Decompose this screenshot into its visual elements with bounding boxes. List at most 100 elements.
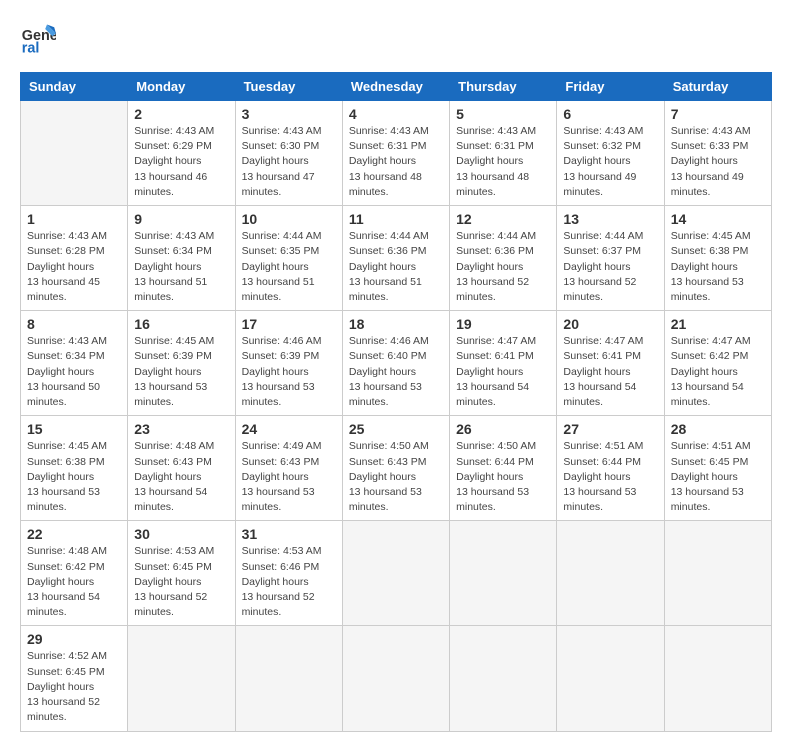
day-number: 7 bbox=[671, 106, 765, 122]
day-cell-20: 20 Sunrise: 4:47 AMSunset: 6:41 PMDayligh… bbox=[557, 311, 664, 416]
day-number: 24 bbox=[242, 421, 336, 437]
day-cell-10: 10Sunrise: 4:44 AMSunset: 6:35 PMDayligh… bbox=[235, 206, 342, 311]
day-number: 29 bbox=[27, 631, 121, 647]
day-info: Sunrise: 4:45 AMSunset: 6:38 PMDaylight … bbox=[671, 229, 765, 305]
week-row-0: 2 Sunrise: 4:43 AMSunset: 6:29 PMDaylight… bbox=[21, 101, 772, 206]
header-row: Sunday Monday Tuesday Wednesday Thursday… bbox=[21, 73, 772, 101]
day-cell-19: 19Sunrise: 4:47 AMSunset: 6:41 PMDayligh… bbox=[450, 311, 557, 416]
day-cell-16: 16 Sunrise: 4:45 AMSunset: 6:39 PMDayligh… bbox=[128, 311, 235, 416]
col-sunday: Sunday bbox=[21, 73, 128, 101]
day-cell-empty-5-5 bbox=[557, 626, 664, 731]
day-info: Sunrise: 4:43 AMSunset: 6:31 PMDaylight … bbox=[456, 124, 550, 200]
day-info: Sunrise: 4:44 AMSunset: 6:36 PMDaylight … bbox=[456, 229, 550, 305]
day-cell-25: 25 Sunrise: 4:50 AMSunset: 6:43 PMDayligh… bbox=[342, 416, 449, 521]
day-cell-22: 22Sunrise: 4:48 AMSunset: 6:42 PMDayligh… bbox=[21, 521, 128, 626]
day-info: Sunrise: 4:53 AMSunset: 6:46 PMDaylight … bbox=[242, 544, 336, 620]
day-number: 3 bbox=[242, 106, 336, 122]
day-number: 23 bbox=[134, 421, 228, 437]
day-info: Sunrise: 4:43 AMSunset: 6:28 PMDaylight … bbox=[27, 229, 121, 305]
day-info: Sunrise: 4:46 AMSunset: 6:39 PMDaylight … bbox=[242, 334, 336, 410]
day-number: 25 bbox=[349, 421, 443, 437]
day-info: Sunrise: 4:47 AMSunset: 6:42 PMDaylight … bbox=[671, 334, 765, 410]
day-info: Sunrise: 4:48 AMSunset: 6:43 PMDaylight … bbox=[134, 439, 228, 515]
day-info: Sunrise: 4:43 AMSunset: 6:29 PMDaylight … bbox=[134, 124, 228, 200]
week-row-2: 8 Sunrise: 4:43 AMSunset: 6:34 PMDaylight… bbox=[21, 311, 772, 416]
day-number: 9 bbox=[134, 211, 228, 227]
day-cell-empty-4-5 bbox=[557, 521, 664, 626]
day-cell-28: 28 Sunrise: 4:51 AMSunset: 6:45 PMDayligh… bbox=[664, 416, 771, 521]
day-cell-empty-5-2 bbox=[235, 626, 342, 731]
day-cell-empty-5-4 bbox=[450, 626, 557, 731]
week-row-4: 22Sunrise: 4:48 AMSunset: 6:42 PMDayligh… bbox=[21, 521, 772, 626]
day-cell-7: 7 Sunrise: 4:43 AMSunset: 6:33 PMDaylight… bbox=[664, 101, 771, 206]
day-cell-17: 17 Sunrise: 4:46 AMSunset: 6:39 PMDayligh… bbox=[235, 311, 342, 416]
day-cell-6: 6Sunrise: 4:43 AMSunset: 6:32 PMDaylight… bbox=[557, 101, 664, 206]
day-number: 31 bbox=[242, 526, 336, 542]
day-info: Sunrise: 4:49 AMSunset: 6:43 PMDaylight … bbox=[242, 439, 336, 515]
day-cell-29: 29 Sunrise: 4:52 AMSunset: 6:45 PMDayligh… bbox=[21, 626, 128, 731]
day-info: Sunrise: 4:44 AMSunset: 6:35 PMDaylight … bbox=[242, 229, 336, 305]
day-cell-27: 27Sunrise: 4:51 AMSunset: 6:44 PMDayligh… bbox=[557, 416, 664, 521]
day-info: Sunrise: 4:45 AMSunset: 6:39 PMDaylight … bbox=[134, 334, 228, 410]
day-number: 2 bbox=[134, 106, 228, 122]
page-header: Gene ral bbox=[20, 20, 772, 56]
day-cell-13: 13 Sunrise: 4:44 AMSunset: 6:37 PMDayligh… bbox=[557, 206, 664, 311]
day-info: Sunrise: 4:47 AMSunset: 6:41 PMDaylight … bbox=[563, 334, 657, 410]
day-cell-18: 18Sunrise: 4:46 AMSunset: 6:40 PMDayligh… bbox=[342, 311, 449, 416]
week-row-3: 15Sunrise: 4:45 AMSunset: 6:38 PMDayligh… bbox=[21, 416, 772, 521]
day-info: Sunrise: 4:52 AMSunset: 6:45 PMDaylight … bbox=[27, 649, 121, 725]
day-cell-empty-4-4 bbox=[450, 521, 557, 626]
day-number: 20 bbox=[563, 316, 657, 332]
day-cell-3: 3 Sunrise: 4:43 AMSunset: 6:30 PMDaylight… bbox=[235, 101, 342, 206]
day-info: Sunrise: 4:43 AMSunset: 6:30 PMDaylight … bbox=[242, 124, 336, 200]
day-info: Sunrise: 4:43 AMSunset: 6:34 PMDaylight … bbox=[134, 229, 228, 305]
col-tuesday: Tuesday bbox=[235, 73, 342, 101]
col-thursday: Thursday bbox=[450, 73, 557, 101]
day-info: Sunrise: 4:46 AMSunset: 6:40 PMDaylight … bbox=[349, 334, 443, 410]
day-info: Sunrise: 4:43 AMSunset: 6:34 PMDaylight … bbox=[27, 334, 121, 410]
day-info: Sunrise: 4:51 AMSunset: 6:45 PMDaylight … bbox=[671, 439, 765, 515]
day-cell-1: 1Sunrise: 4:43 AMSunset: 6:28 PMDaylight… bbox=[21, 206, 128, 311]
day-cell-empty-4-6 bbox=[664, 521, 771, 626]
day-cell-23: 23 Sunrise: 4:48 AMSunset: 6:43 PMDayligh… bbox=[128, 416, 235, 521]
day-number: 26 bbox=[456, 421, 550, 437]
day-number: 21 bbox=[671, 316, 765, 332]
col-wednesday: Wednesday bbox=[342, 73, 449, 101]
week-row-1: 1Sunrise: 4:43 AMSunset: 6:28 PMDaylight… bbox=[21, 206, 772, 311]
day-number: 19 bbox=[456, 316, 550, 332]
day-number: 15 bbox=[27, 421, 121, 437]
day-cell-15: 15Sunrise: 4:45 AMSunset: 6:38 PMDayligh… bbox=[21, 416, 128, 521]
day-cell-empty-5-6 bbox=[664, 626, 771, 731]
day-number: 6 bbox=[563, 106, 657, 122]
day-info: Sunrise: 4:44 AMSunset: 6:37 PMDaylight … bbox=[563, 229, 657, 305]
week-row-5: 29 Sunrise: 4:52 AMSunset: 6:45 PMDayligh… bbox=[21, 626, 772, 731]
day-number: 14 bbox=[671, 211, 765, 227]
day-number: 8 bbox=[27, 316, 121, 332]
calendar-table: Sunday Monday Tuesday Wednesday Thursday… bbox=[20, 72, 772, 732]
col-friday: Friday bbox=[557, 73, 664, 101]
day-number: 17 bbox=[242, 316, 336, 332]
col-monday: Monday bbox=[128, 73, 235, 101]
day-cell-21: 21 Sunrise: 4:47 AMSunset: 6:42 PMDayligh… bbox=[664, 311, 771, 416]
logo: Gene ral bbox=[20, 20, 60, 56]
day-info: Sunrise: 4:50 AMSunset: 6:43 PMDaylight … bbox=[349, 439, 443, 515]
day-number: 27 bbox=[563, 421, 657, 437]
day-cell-empty-5-1 bbox=[128, 626, 235, 731]
day-number: 12 bbox=[456, 211, 550, 227]
day-number: 30 bbox=[134, 526, 228, 542]
day-number: 13 bbox=[563, 211, 657, 227]
day-cell-empty-4-3 bbox=[342, 521, 449, 626]
day-cell-12: 12 Sunrise: 4:44 AMSunset: 6:36 PMDayligh… bbox=[450, 206, 557, 311]
day-cell-4: 4Sunrise: 4:43 AMSunset: 6:31 PMDaylight… bbox=[342, 101, 449, 206]
day-number: 5 bbox=[456, 106, 550, 122]
day-number: 16 bbox=[134, 316, 228, 332]
day-number: 28 bbox=[671, 421, 765, 437]
day-cell-2: 2 Sunrise: 4:43 AMSunset: 6:29 PMDaylight… bbox=[128, 101, 235, 206]
day-cell-31: 31 Sunrise: 4:53 AMSunset: 6:46 PMDayligh… bbox=[235, 521, 342, 626]
day-info: Sunrise: 4:43 AMSunset: 6:33 PMDaylight … bbox=[671, 124, 765, 200]
day-number: 22 bbox=[27, 526, 121, 542]
day-cell-14: 14 Sunrise: 4:45 AMSunset: 6:38 PMDayligh… bbox=[664, 206, 771, 311]
day-cell-5: 5 Sunrise: 4:43 AMSunset: 6:31 PMDaylight… bbox=[450, 101, 557, 206]
day-cell-8: 8 Sunrise: 4:43 AMSunset: 6:34 PMDaylight… bbox=[21, 311, 128, 416]
day-number: 11 bbox=[349, 211, 443, 227]
